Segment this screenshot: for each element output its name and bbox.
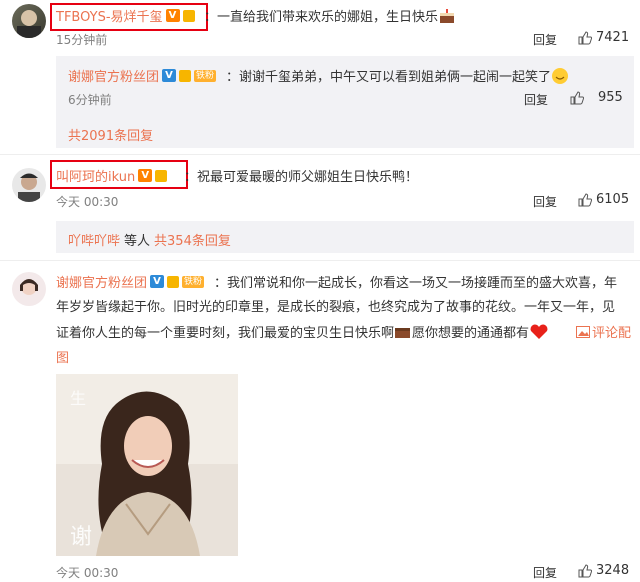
like-button[interactable]: 3248 bbox=[578, 563, 629, 578]
comment-time: 今天 00:30 bbox=[56, 566, 119, 580]
comment-time: 15分钟前 bbox=[56, 33, 108, 47]
avatar[interactable] bbox=[12, 4, 46, 38]
photo-image: 生 谢 bbox=[56, 374, 238, 556]
crown-icon bbox=[179, 69, 192, 82]
comment-author-name[interactable]: 谢娜官方粉丝团 bbox=[56, 272, 147, 291]
thumbs-up-icon bbox=[578, 563, 592, 577]
cake-emoji-icon bbox=[395, 327, 411, 338]
verified-v-icon: V bbox=[138, 169, 153, 182]
thumbs-up-icon bbox=[578, 30, 592, 44]
reply-author-name[interactable]: 谢娜官方粉丝团 bbox=[68, 66, 159, 85]
like-button[interactable]: 955 bbox=[570, 90, 623, 105]
comment-author-name[interactable]: 叫阿珂的ikun bbox=[56, 166, 135, 185]
crown-icon bbox=[167, 275, 180, 288]
image-icon bbox=[576, 325, 590, 338]
reply-label: 回复 bbox=[524, 93, 549, 107]
fan-badge: 铁粉 bbox=[194, 69, 217, 82]
laugh-emoji-icon bbox=[552, 67, 569, 84]
reply-user-link[interactable]: 吖哔吖哔 bbox=[68, 230, 120, 249]
verified-v-icon: V bbox=[165, 9, 180, 22]
comment-text: ：祝最可爱最暖的师父娜姐生日快乐鸭！ bbox=[184, 170, 419, 185]
thumbs-up-icon bbox=[578, 192, 592, 206]
like-count: 955 bbox=[598, 90, 623, 105]
comment-pic-link[interactable]: 评论配 bbox=[576, 322, 631, 341]
comment-text-line1: ：我们常说和你一起成长，你看这一场又一场接踵而至的盛大欢喜，年 bbox=[214, 276, 618, 291]
comment-pic-link-cont[interactable]: 图 bbox=[56, 347, 69, 366]
avatar-image bbox=[17, 10, 41, 38]
comment-photo[interactable]: 生 谢 bbox=[56, 374, 238, 556]
cake-emoji-icon bbox=[440, 8, 455, 23]
avatar[interactable] bbox=[12, 168, 46, 202]
more-replies-link[interactable]: 共2091条回复 bbox=[68, 125, 153, 144]
comment-pic-label: 评论配 bbox=[592, 326, 632, 341]
reply-text: ：谢谢千玺弟弟，中午又可以看到姐弟俩一起闹一起笑了 bbox=[226, 70, 552, 85]
verified-v-icon: V bbox=[150, 275, 165, 288]
comment-text-line2: 年岁岁皆缘起于你。旧时光的印章里，是成长的裂痕，也终究成为了故事的花纹。一年又一… bbox=[56, 300, 616, 315]
divider bbox=[0, 154, 640, 155]
reply-label: 回复 bbox=[533, 195, 558, 209]
replies-mid-text: 等人 bbox=[124, 234, 151, 249]
reply-button[interactable]: 回复 bbox=[533, 193, 557, 210]
like-button[interactable]: 7421 bbox=[578, 30, 629, 45]
comment-text-line3b: 愿你想要的通通都有 bbox=[412, 326, 530, 341]
like-count: 6105 bbox=[596, 192, 630, 207]
reply-label: 回复 bbox=[533, 33, 558, 47]
like-button[interactable]: 6105 bbox=[578, 192, 629, 207]
svg-text:生: 生 bbox=[70, 389, 86, 408]
avatar[interactable] bbox=[12, 272, 46, 306]
avatar-image bbox=[20, 279, 38, 295]
reply-time: 6分钟前 bbox=[68, 93, 112, 107]
verified-v-icon: V bbox=[162, 69, 177, 82]
comment-time: 今天 00:30 bbox=[56, 195, 119, 209]
thumbs-up-icon bbox=[570, 90, 584, 104]
reply-button[interactable]: 回复 bbox=[533, 31, 557, 48]
crown-icon bbox=[182, 9, 195, 22]
avatar-image bbox=[18, 173, 40, 202]
comment-text-line3: 证着你人生的每一个重要时刻，我们最爱的宝贝生日快乐啊 bbox=[56, 326, 395, 341]
reply-button[interactable]: 回复 bbox=[524, 91, 548, 108]
heart-emoji-icon bbox=[530, 324, 548, 339]
reply-button[interactable]: 回复 bbox=[533, 564, 557, 581]
like-count: 7421 bbox=[596, 30, 630, 45]
svg-text:谢: 谢 bbox=[70, 525, 92, 550]
fan-badge: 铁粉 bbox=[182, 275, 205, 288]
like-count: 3248 bbox=[596, 563, 630, 578]
more-replies-link[interactable]: 共354条回复 bbox=[154, 230, 231, 249]
reply-label: 回复 bbox=[533, 566, 558, 580]
divider bbox=[0, 260, 640, 261]
comment-text: ：一直给我们带来欢乐的娜姐，生日快乐 bbox=[204, 10, 439, 25]
comment-author-name[interactable]: TFBOYS-易烊千玺 bbox=[56, 6, 163, 25]
crown-icon bbox=[155, 169, 168, 182]
